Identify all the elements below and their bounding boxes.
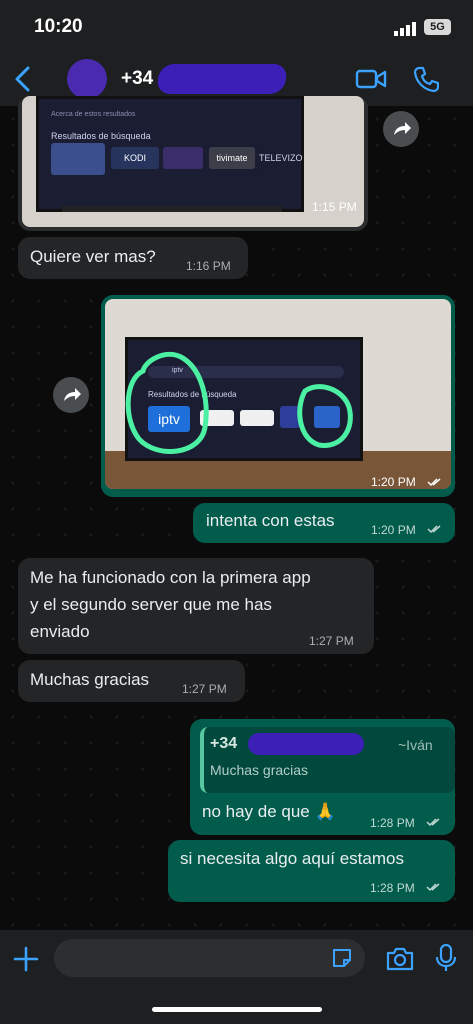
back-arrow-icon[interactable] <box>10 64 36 94</box>
quoted-message[interactable]: +34 ~Iván Muchas gracias <box>200 727 455 793</box>
status-time: 10:20 <box>34 16 83 37</box>
forward-button[interactable] <box>383 111 419 147</box>
read-receipt-icon <box>427 478 441 487</box>
message-time: 1:27 PM <box>309 634 354 648</box>
message-time: 1:28 PM <box>370 881 415 895</box>
signal-icon <box>394 22 416 36</box>
read-receipt-icon <box>426 818 440 827</box>
plus-icon[interactable] <box>12 945 40 973</box>
redacted-number <box>248 733 364 755</box>
incoming-message[interactable]: Muchas gracias 1:27 PM <box>18 660 245 702</box>
message-text: intenta con estas <box>206 511 335 530</box>
read-receipt-icon <box>427 525 441 534</box>
incoming-image-message[interactable]: Acerca de estos resultados Resultados de… <box>18 96 368 231</box>
message-text: no hay de que 🙏 <box>202 802 336 821</box>
message-text: Quiere ver mas? <box>30 247 156 266</box>
incoming-message[interactable]: Quiere ver mas? 1:16 PM <box>18 237 248 279</box>
forward-icon <box>64 388 81 401</box>
green-highlight-circles <box>125 351 353 454</box>
sticker-icon[interactable] <box>330 946 354 970</box>
tv-app-kodi: KODI <box>111 147 159 169</box>
quote-name: ~Iván <box>398 737 433 753</box>
message-time: 1:27 PM <box>182 682 227 696</box>
message-line: Me ha funcionado con la primera app <box>30 568 311 587</box>
tv-search-label: Resultados de búsqueda <box>51 131 151 141</box>
tv-photo[interactable]: iptv Resultados de búsqueda iptv 1:20 PM <box>105 299 451 489</box>
forward-button[interactable] <box>53 377 89 413</box>
tv-app-tile <box>51 143 105 175</box>
status-bar: 10:20 5G <box>0 0 473 52</box>
battery-icon: 5G <box>424 19 451 35</box>
quote-author: +34 <box>210 735 238 752</box>
tv-photo[interactable]: Acerca de estos resultados Resultados de… <box>22 96 364 227</box>
tv-app-tile <box>163 147 203 169</box>
message-input-bar <box>0 930 473 1024</box>
tv-screen: Acerca de estos resultados Resultados de… <box>36 96 304 212</box>
tv-app-tivimate: tivimate <box>209 147 255 169</box>
message-line: y el segundo server que me has <box>30 595 272 614</box>
phone-icon[interactable] <box>413 65 439 93</box>
redacted-number <box>155 64 289 94</box>
microphone-icon[interactable] <box>435 943 457 973</box>
forward-icon <box>394 122 411 135</box>
tv-stand <box>62 206 282 212</box>
video-call-icon[interactable] <box>355 67 387 91</box>
message-text: si necesita algo aquí estamos <box>180 849 404 868</box>
message-time: 1:20 PM <box>371 475 416 489</box>
camera-icon[interactable] <box>385 946 415 972</box>
avatar[interactable] <box>67 59 107 99</box>
home-indicator <box>152 1007 322 1012</box>
message-time: 1:16 PM <box>186 259 231 273</box>
message-input[interactable] <box>54 939 365 977</box>
tv-hint: Acerca de estos resultados <box>51 111 136 118</box>
tv-app-televizo: TELEVIZO <box>259 147 303 169</box>
message-time: 1:28 PM <box>370 816 415 830</box>
outgoing-message[interactable]: si necesita algo aquí estamos 1:28 PM <box>168 840 455 902</box>
message-text: Muchas gracias <box>30 670 150 689</box>
read-receipt-icon <box>426 883 440 892</box>
message-line: enviado <box>30 622 90 641</box>
outgoing-message[interactable]: intenta con estas 1:20 PM <box>193 503 455 543</box>
outgoing-image-message[interactable]: iptv Resultados de búsqueda iptv 1:20 PM <box>101 295 455 497</box>
message-time: 1:20 PM <box>371 523 416 537</box>
quote-text: Muchas gracias <box>210 762 309 778</box>
incoming-message[interactable]: Me ha funcionado con la primera app y el… <box>18 558 374 654</box>
contact-name[interactable]: +34 <box>121 68 153 90</box>
message-time: 1:15 PM <box>312 200 357 214</box>
